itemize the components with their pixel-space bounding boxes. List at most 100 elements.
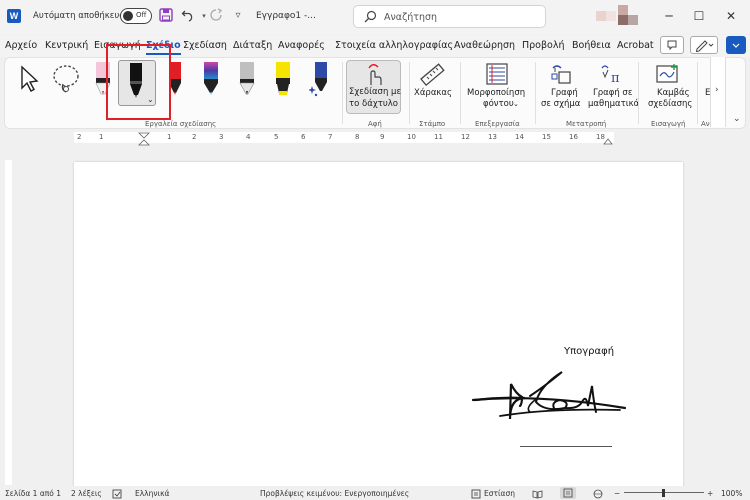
indent-marker-icon[interactable] [138, 132, 150, 146]
close-button[interactable]: ✕ [722, 8, 740, 24]
tab-layout[interactable]: Διάταξη [233, 40, 272, 51]
document-title: Εγγραφο1 -... [256, 11, 316, 21]
customize-toolbar-icon[interactable]: ▿ [230, 8, 246, 24]
group-label-convert: Μετατροπή [566, 120, 607, 128]
zoom-level[interactable]: 100% [721, 489, 742, 498]
ruler-number: 15 [542, 133, 551, 141]
handwritten-signature[interactable] [470, 364, 630, 424]
ruler-icon[interactable] [419, 62, 445, 91]
ruler-number: 16 [569, 133, 578, 141]
svg-text:π: π [611, 71, 620, 86]
tab-references[interactable]: Αναφορές [278, 40, 325, 51]
zoom-in-icon[interactable]: + [707, 489, 713, 498]
signature-label[interactable]: Υπογραφή [564, 346, 614, 357]
focus-icon[interactable] [471, 489, 481, 500]
ruler-number: 1 [167, 133, 172, 141]
search-icon [364, 10, 377, 26]
comments-button[interactable] [660, 36, 684, 54]
ribbon-separator [535, 62, 536, 124]
proofing-icon[interactable] [112, 489, 122, 500]
ruler-number: 2 [192, 133, 197, 141]
word-count[interactable]: 2 λέξεις [71, 489, 102, 498]
ruler-number: 11 [434, 133, 443, 141]
ribbon-separator [409, 62, 410, 124]
tab-help[interactable]: Βοήθεια [572, 40, 611, 51]
word-logo-icon: W [7, 9, 21, 23]
minimize-button[interactable]: ─ [660, 8, 678, 24]
background-format-icon[interactable] [485, 62, 509, 89]
tab-home[interactable]: Κεντρική [45, 40, 88, 51]
background-format-label-2: φόντου [483, 99, 514, 109]
ruler-number: 1 [99, 133, 104, 141]
save-icon[interactable] [158, 8, 174, 24]
ruler-number: 13 [488, 133, 497, 141]
pencil-gray-icon[interactable] [237, 62, 257, 99]
language-indicator[interactable]: Ελληνικά [135, 489, 169, 498]
editing-mode-button[interactable] [690, 36, 718, 54]
redo-icon[interactable] [208, 8, 224, 24]
group-label-drawing-tools: Εργαλεία σχεδίασης [145, 120, 217, 128]
print-layout-icon[interactable] [560, 487, 576, 499]
draw-with-touch-button[interactable]: Σχεδίαση με το δάχτυλο [346, 60, 401, 114]
pen-galaxy-icon[interactable] [201, 62, 221, 99]
undo-icon[interactable] [180, 8, 196, 24]
ruler-number: 12 [461, 133, 470, 141]
drawing-canvas-label-2: σχεδίασης [648, 99, 693, 109]
ruler-number: 9 [380, 133, 385, 141]
drawing-canvas-icon[interactable] [655, 62, 681, 89]
search-placeholder: Αναζήτηση [384, 12, 438, 23]
select-tool[interactable] [17, 64, 43, 97]
ink-to-math-label-2: μαθηματικά [588, 99, 640, 109]
ink-to-shape-label-1: Γραφή [551, 88, 578, 98]
ruler-number: 3 [219, 133, 224, 141]
tab-mailings[interactable]: Στοιχεία αλληλογραφίας [335, 40, 453, 51]
action-pen-icon[interactable] [308, 62, 331, 101]
tab-view[interactable]: Προβολή [522, 40, 565, 51]
chevron-right-icon: › [715, 85, 719, 95]
web-layout-icon[interactable] [593, 489, 604, 500]
ruler-strip: 2 1 1 2 3 4 5 6 7 8 9 10 11 12 13 14 15 … [74, 132, 614, 143]
account-avatar[interactable] [596, 5, 638, 27]
group-label-touch: Αφή [368, 120, 382, 128]
search-box[interactable]: Αναζήτηση [353, 5, 546, 28]
ruler-number: 8 [355, 133, 360, 141]
tab-acrobat[interactable]: Acrobat [617, 40, 654, 51]
text-predictions-status[interactable]: Προβλέψεις κειμένου: Ενεργοποιημένες [260, 489, 409, 498]
highlighter-yellow-icon[interactable] [273, 62, 293, 99]
ribbon-separator [638, 62, 639, 124]
right-indent-marker-icon[interactable] [603, 137, 613, 145]
lasso-select-icon[interactable] [49, 62, 83, 99]
ruler-number: 14 [515, 133, 524, 141]
ruler-number: 10 [407, 133, 416, 141]
ink-to-math-icon[interactable]: π [599, 62, 625, 89]
signature-line [520, 446, 612, 447]
zoom-out-icon[interactable]: − [614, 489, 620, 498]
tab-file[interactable]: Αρχείο [5, 40, 37, 51]
autosave-toggle[interactable]: Off [120, 8, 152, 24]
autosave-label: Αυτόματη αποθήκευση [33, 11, 131, 21]
ribbon-scroll-right[interactable]: › [710, 57, 726, 127]
background-format-label-1: Μορφοποίηση [467, 88, 526, 98]
ruler-number: 5 [274, 133, 279, 141]
tab-review[interactable]: Αναθεώρηση [454, 40, 515, 51]
ink-to-shape-icon[interactable] [549, 62, 573, 89]
toggle-knob [123, 11, 133, 21]
maximize-button[interactable]: ☐ [690, 8, 708, 24]
focus-mode-button[interactable]: Εστίαση [484, 489, 515, 498]
document-page[interactable] [74, 162, 683, 492]
drawing-canvas-label-1: Καμβάς [657, 88, 690, 98]
chevron-down-icon[interactable]: ⌄ [513, 99, 519, 110]
ribbon-separator [460, 62, 461, 124]
zoom-slider-thumb[interactable] [662, 489, 665, 497]
pen-highlight-box [106, 44, 171, 120]
vertical-ruler-strip [5, 160, 12, 485]
group-label-insert: Εισαγωγή [651, 120, 686, 128]
read-mode-icon[interactable] [532, 489, 543, 500]
share-button[interactable] [726, 36, 746, 54]
ribbon-collapse-icon[interactable]: ⌄ [733, 114, 741, 124]
page-count[interactable]: Σελίδα 1 από 1 [5, 489, 61, 498]
title-bar: W Αυτόματη αποθήκευση Off ▾ ▿ Εγγραφο1 -… [0, 0, 750, 34]
group-label-edit: Επεξεργασία [475, 120, 520, 128]
tab-design[interactable]: Σχεδίαση [183, 40, 227, 51]
ruler-number: 2 [77, 133, 82, 141]
